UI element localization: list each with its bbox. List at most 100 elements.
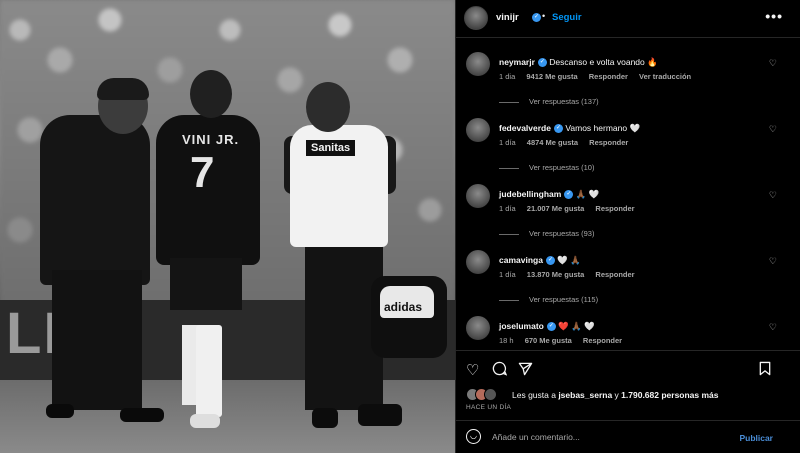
emoji-icon[interactable]: ◡ bbox=[466, 429, 481, 444]
comment-text: Descanso e volta voando 🔥 bbox=[549, 57, 658, 67]
reply-button[interactable]: Responder bbox=[583, 336, 622, 345]
post-sidebar: vinijr ✓ • Seguir ••• neymarjr ✓ Descanso… bbox=[455, 0, 800, 453]
commenter-avatar[interactable] bbox=[466, 184, 490, 208]
replies-divider bbox=[499, 233, 519, 235]
commenter-username[interactable]: camavinga bbox=[499, 255, 543, 265]
follow-button[interactable]: Seguir bbox=[552, 12, 582, 23]
comment-meta: 18 h 670 Me gusta Responder bbox=[499, 336, 631, 345]
liker-username[interactable]: jsebas_serna bbox=[558, 390, 612, 400]
comment-line: joselumato ✓ ❤️ 🙏🏾 🤍 bbox=[499, 321, 595, 332]
shirt-sponsor-logo: Sanitas bbox=[306, 140, 356, 156]
share-icon[interactable] bbox=[518, 361, 533, 380]
verified-badge-icon: ✓ bbox=[532, 13, 541, 22]
comment-icon-svg bbox=[492, 361, 508, 376]
comment-line: judebellingham ✓ 🙏🏾 🤍 bbox=[499, 189, 599, 200]
comment-likes[interactable]: 670 Me gusta bbox=[525, 336, 572, 345]
separator-dot: • bbox=[542, 11, 546, 21]
verified-badge-icon: ✓ bbox=[546, 322, 556, 332]
comment-likes[interactable]: 9412 Me gusta bbox=[526, 72, 577, 81]
comment-line: fedevalverde ✓ Vamos hermano 🤍 bbox=[499, 123, 640, 134]
likes-middle: y bbox=[612, 390, 622, 400]
comment-icon[interactable] bbox=[492, 361, 508, 380]
bookmark-icon[interactable] bbox=[758, 361, 772, 380]
commenter-avatar[interactable] bbox=[466, 250, 490, 274]
comment-meta: 1 día 4874 Me gusta Responder bbox=[499, 138, 637, 147]
official-hair bbox=[97, 78, 149, 100]
reply-button[interactable]: Responder bbox=[595, 270, 634, 279]
commenter-avatar[interactable] bbox=[466, 118, 490, 142]
player-shorts bbox=[170, 258, 242, 310]
heart-icon[interactable]: ♡ bbox=[466, 361, 479, 379]
comment-line: camavinga ✓ 🤍 🙏🏾 bbox=[499, 255, 581, 266]
commenter-username[interactable]: judebellingham bbox=[499, 189, 561, 199]
physio-shoe bbox=[358, 404, 402, 426]
view-replies-button[interactable]: Ver respuestas (93) bbox=[499, 229, 594, 238]
official-legs bbox=[52, 270, 142, 410]
view-replies-button[interactable]: Ver respuestas (115) bbox=[499, 295, 598, 304]
likes-count[interactable]: 1.790.682 personas más bbox=[621, 390, 718, 400]
verified-badge-icon: ✓ bbox=[545, 256, 555, 266]
jersey-number: 7 bbox=[190, 148, 215, 197]
replies-divider bbox=[499, 101, 519, 103]
reply-button[interactable]: Responder bbox=[595, 204, 634, 213]
verified-badge-icon: ✓ bbox=[564, 190, 574, 200]
comment-time: 1 día bbox=[499, 138, 516, 147]
replies-divider bbox=[499, 167, 519, 169]
bookmark-icon-svg bbox=[759, 361, 771, 376]
commenter-avatar[interactable] bbox=[466, 52, 490, 76]
comment-time: 1 dia bbox=[499, 72, 516, 81]
commenter-username[interactable]: joselumato bbox=[499, 321, 544, 331]
replies-divider bbox=[499, 299, 519, 301]
comment-time: 1 día bbox=[499, 204, 516, 213]
heart-icon[interactable]: ♡ bbox=[769, 124, 777, 135]
comment-meta: 1 día 21.007 Me gusta Responder bbox=[499, 204, 644, 213]
comment-text: 🙏🏾 🤍 bbox=[575, 189, 600, 199]
liker-avatar bbox=[484, 388, 497, 401]
comment-time: 1 día bbox=[499, 270, 516, 279]
reply-button[interactable]: Responder bbox=[589, 72, 628, 81]
post-photo[interactable]: LIG VINI JR. 7 Sanitas adidas bbox=[0, 0, 455, 453]
comment-input[interactable] bbox=[492, 427, 722, 447]
comment-likes[interactable]: 4874 Me gusta bbox=[527, 138, 578, 147]
jersey-name: VINI JR. bbox=[182, 132, 240, 147]
heart-icon[interactable]: ♡ bbox=[769, 190, 777, 201]
publish-button[interactable]: Publicar bbox=[739, 433, 773, 443]
comment-meta: 1 día 13.870 Me gusta Responder bbox=[499, 270, 644, 279]
post-timestamp[interactable]: HACE UN DÍA bbox=[466, 404, 511, 411]
player-sock bbox=[196, 325, 222, 417]
view-replies-button[interactable]: Ver respuestas (137) bbox=[499, 97, 599, 106]
official-body bbox=[40, 115, 150, 285]
physio-shoe bbox=[312, 408, 338, 428]
official-shoe bbox=[120, 408, 164, 422]
share-icon-svg bbox=[518, 362, 533, 376]
official-shoe bbox=[46, 404, 74, 418]
comment-likes[interactable]: 13.870 Me gusta bbox=[527, 270, 585, 279]
commenter-username[interactable]: fedevalverde bbox=[499, 123, 551, 133]
post-actions: ♡ bbox=[456, 350, 800, 386]
comment-composer: ◡ Publicar bbox=[456, 420, 800, 453]
comment-text: 🤍 🙏🏾 bbox=[557, 255, 581, 265]
commenter-username[interactable]: neymarjr bbox=[499, 57, 535, 67]
comment-meta: 1 dia 9412 Me gusta Responder Ver traduc… bbox=[499, 72, 700, 81]
author-username[interactable]: vinijr bbox=[496, 12, 519, 23]
reply-button[interactable]: Responder bbox=[589, 138, 628, 147]
likes-summary[interactable]: Les gusta a jsebas_serna y 1.790.682 per… bbox=[466, 388, 796, 402]
author-avatar[interactable] bbox=[464, 6, 488, 30]
comment-line: neymarjr ✓ Descanso e volta voando 🔥 bbox=[499, 57, 658, 68]
view-replies-label: Ver respuestas (93) bbox=[529, 229, 595, 238]
heart-icon[interactable]: ♡ bbox=[769, 256, 777, 267]
view-replies-label: Ver respuestas (10) bbox=[529, 163, 595, 172]
commenter-avatar[interactable] bbox=[466, 316, 490, 340]
heart-icon[interactable]: ♡ bbox=[769, 322, 777, 333]
likes-prefix: Les gusta a bbox=[512, 390, 559, 400]
heart-icon[interactable]: ♡ bbox=[769, 58, 777, 69]
player-head bbox=[190, 70, 232, 118]
comment-likes[interactable]: 21.007 Me gusta bbox=[527, 204, 585, 213]
physio-head bbox=[306, 82, 350, 132]
bag-brand: adidas bbox=[384, 300, 423, 314]
more-icon[interactable]: ••• bbox=[765, 8, 783, 24]
comment-text: ❤️ 🙏🏾 🤍 bbox=[558, 321, 595, 331]
view-replies-button[interactable]: Ver respuestas (10) bbox=[499, 163, 594, 172]
translate-button[interactable]: Ver traducción bbox=[639, 72, 691, 81]
comment-time: 18 h bbox=[499, 336, 514, 345]
